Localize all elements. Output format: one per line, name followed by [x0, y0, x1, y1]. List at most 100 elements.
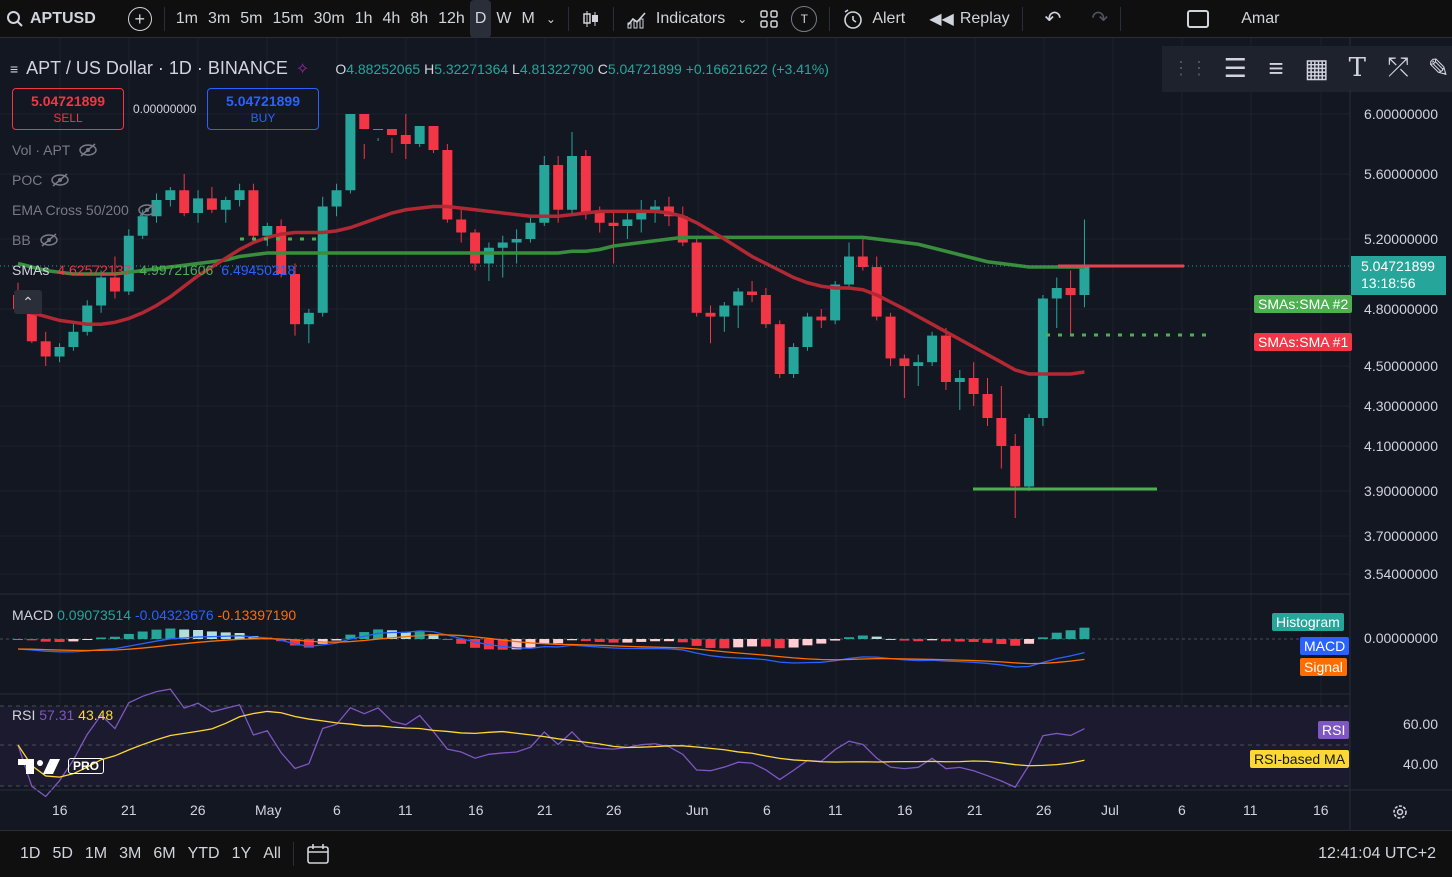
- redo-button[interactable]: ↷: [1085, 0, 1114, 37]
- timeframe-4h[interactable]: 4h: [378, 0, 406, 37]
- indicator-smas[interactable]: SMAs 4.62572137 4.99721606 6.49450218: [12, 262, 295, 278]
- macd-bar: [677, 639, 688, 643]
- candle-body: [179, 190, 190, 213]
- range-6M[interactable]: 6M: [147, 845, 181, 863]
- timeframe-3m[interactable]: 3m: [203, 0, 235, 37]
- redo-icon: ↷: [1091, 8, 1109, 30]
- indicator-bb[interactable]: BB: [12, 232, 59, 248]
- high-value: 5.32271364: [434, 60, 509, 77]
- macd-bar: [996, 639, 1007, 645]
- legend-collapse-icon[interactable]: ≡: [10, 61, 18, 77]
- indicator-vol[interactable]: Vol · APT: [12, 142, 98, 158]
- indicator-poc[interactable]: POC: [12, 172, 70, 188]
- replay-button[interactable]: ◀◀ Replay: [923, 0, 1015, 37]
- time-axis-label: 26: [190, 802, 206, 818]
- chart-area[interactable]: PRO: [0, 38, 1452, 830]
- undo-button[interactable]: ↶: [1039, 0, 1068, 37]
- buy-button[interactable]: 5.04721899 BUY: [207, 88, 319, 130]
- macd-legend[interactable]: MACD 0.09073514 -0.04323676 -0.13397190: [12, 607, 296, 623]
- timeframe-1h[interactable]: 1h: [350, 0, 378, 37]
- text-icon[interactable]: T: [1344, 52, 1371, 84]
- drag-handle-icon[interactable]: ⋮⋮: [1172, 58, 1208, 79]
- symbol-legend[interactable]: ≡ APT / US Dollar · 1D · BINANCE ✧ O4.88…: [10, 58, 829, 79]
- settings-lines-icon[interactable]: ☰: [1222, 52, 1249, 84]
- range-All[interactable]: All: [257, 845, 287, 863]
- lines-icon[interactable]: ≡: [1263, 52, 1290, 84]
- histogram-tag: Histogram: [1272, 613, 1344, 631]
- timeframe-W[interactable]: W: [491, 0, 516, 37]
- indicator-ema-cross[interactable]: EMA Cross 50/200: [12, 202, 157, 218]
- candle-body: [899, 358, 910, 366]
- eye-hidden-icon[interactable]: [50, 173, 70, 187]
- range-5D[interactable]: 5D: [46, 845, 78, 863]
- timeframe-dropdown[interactable]: ⌄: [540, 0, 562, 37]
- chart-type-button[interactable]: [575, 0, 607, 37]
- timeframe-12h[interactable]: 12h: [433, 0, 470, 37]
- frame-icon[interactable]: ▦: [1303, 52, 1330, 84]
- user-menu[interactable]: Amar: [1235, 0, 1285, 37]
- macd-bar: [553, 639, 564, 644]
- rsi-tag: RSI: [1318, 721, 1350, 739]
- range-1M[interactable]: 1M: [79, 845, 113, 863]
- indicators-button[interactable]: Indicators: [620, 0, 731, 37]
- candle-body: [345, 114, 356, 191]
- timeframe-30m[interactable]: 30m: [309, 0, 350, 37]
- time-axis-label: 21: [967, 802, 983, 818]
- range-1D[interactable]: 1D: [14, 845, 46, 863]
- candle-body: [927, 335, 938, 363]
- symbol-search[interactable]: APTUSD: [0, 0, 102, 37]
- pencil-icon[interactable]: ✎: [1425, 52, 1452, 84]
- range-1Y[interactable]: 1Y: [226, 845, 258, 863]
- timeframe-D[interactable]: D: [469, 0, 492, 37]
- macd-title: MACD: [12, 607, 54, 623]
- candle-body: [844, 256, 854, 285]
- timeframe-M[interactable]: M: [517, 0, 540, 37]
- top-toolbar: APTUSD + 1m 3m 5m 15m 30m 1h 4h 8h 12h D W M ⌄ Indi…: [0, 0, 1452, 38]
- timeframe-8h[interactable]: 8h: [405, 0, 433, 37]
- sell-button[interactable]: 5.04721899 SELL: [12, 88, 124, 130]
- collapse-legend-button[interactable]: ⌃: [14, 290, 42, 314]
- compare-button[interactable]: +: [122, 0, 158, 37]
- clock[interactable]: 12:41:04 UTC+2: [1318, 845, 1436, 863]
- pro-badge: PRO: [68, 758, 105, 774]
- timeframe-1m[interactable]: 1m: [171, 0, 203, 37]
- timeframe-5m[interactable]: 5m: [235, 0, 267, 37]
- t-badge-button[interactable]: T: [785, 0, 823, 37]
- fullscreen-button[interactable]: [1181, 0, 1215, 37]
- price-axis-label: 6.00000000: [1364, 106, 1438, 122]
- candle-body: [816, 316, 827, 321]
- brush-icon[interactable]: ⤱: [1385, 52, 1412, 84]
- macd-bar: [940, 639, 951, 642]
- eye-hidden-icon[interactable]: [137, 203, 157, 217]
- rsi-legend[interactable]: RSI 57.31 43.48: [12, 707, 113, 723]
- macd-bar: [82, 639, 93, 640]
- range-3M[interactable]: 3M: [113, 845, 147, 863]
- macd-bar: [885, 638, 896, 640]
- macd-bar: [123, 633, 134, 639]
- alert-button[interactable]: Alert: [836, 0, 911, 37]
- signal-value: -0.13397190: [217, 607, 297, 623]
- last-price-tag: 5.04721899 13:18:56: [1351, 256, 1446, 295]
- rewind-icon: ◀◀: [929, 10, 954, 28]
- macd-bar: [608, 639, 619, 643]
- low-value: 4.81322790: [519, 60, 594, 77]
- macd-line: [17, 630, 1085, 668]
- eye-hidden-icon[interactable]: [39, 233, 59, 247]
- range-YTD[interactable]: YTD: [182, 845, 226, 863]
- indicators-dropdown[interactable]: ⌄: [731, 0, 753, 37]
- layouts-button[interactable]: [753, 0, 785, 37]
- range-group: 1D 5D 1M 3M 6M YTD 1Y All: [14, 845, 287, 863]
- macd-tag: MACD: [1300, 637, 1350, 655]
- date-range-button[interactable]: [300, 835, 336, 873]
- axis-settings-button[interactable]: [1390, 802, 1410, 827]
- macd-bar: [747, 639, 758, 647]
- chart-canvas[interactable]: [0, 38, 1452, 830]
- divider: [612, 6, 614, 31]
- timeframe-15m[interactable]: 15m: [267, 0, 308, 37]
- candle-body: [954, 378, 965, 382]
- macd-bar: [1024, 639, 1035, 644]
- eye-hidden-icon[interactable]: [78, 143, 98, 157]
- user-name: Amar: [1241, 9, 1280, 27]
- spread-value: 0.00000000: [133, 102, 197, 116]
- candle-body: [483, 247, 494, 264]
